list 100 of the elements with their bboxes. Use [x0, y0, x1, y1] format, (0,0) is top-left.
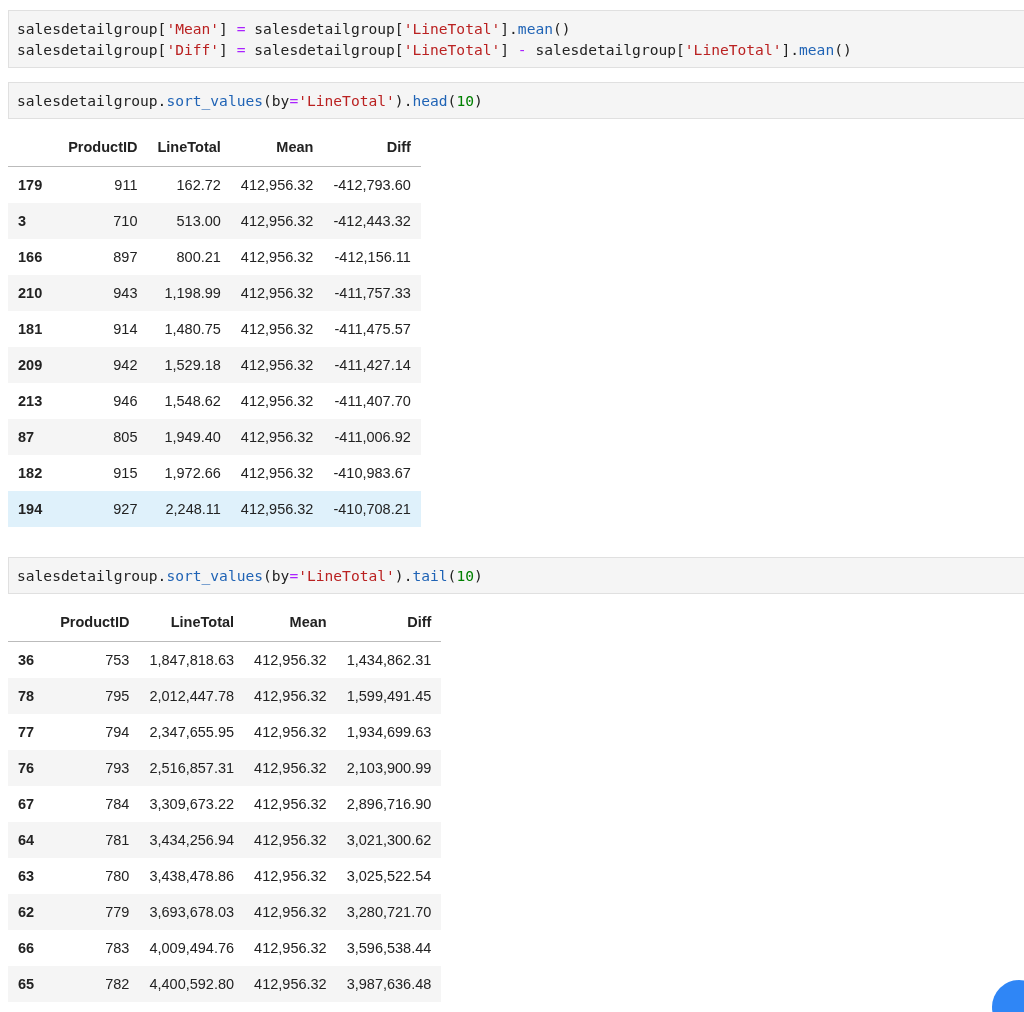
row-index: 77	[17, 724, 36, 740]
row-index: 67	[17, 796, 36, 812]
row-index: 194	[17, 501, 44, 517]
table-cell-text: 3,438,478.86	[148, 868, 236, 884]
table-cell-text: 1,847,818.63	[148, 652, 236, 668]
table-cell-text: 943	[112, 285, 139, 301]
row-index: 64	[17, 832, 36, 848]
table-cell-text: 412,956.32	[239, 393, 315, 409]
code-cell[interactable]: salesdetailgroup['Mean'] = salesdetailgroup['LineTotal'].mean() salesdetailgroup['Diff'] = salesdetailgroup['LineTotal'] - salesdetailgroup['LineTotal'].mean()	[8, 10, 1024, 68]
table-cell-text: 412,956.32	[253, 940, 328, 956]
table-cell-text: 412,956.32	[239, 357, 315, 373]
table-cell-text: 800.21	[175, 249, 222, 265]
row-index: 181	[17, 321, 44, 337]
table-cell-text: 793	[104, 760, 131, 776]
table-cell-text: 412,956.32	[239, 321, 315, 337]
table-cell-text: 412,956.32	[239, 465, 315, 481]
table-cell-text: 412,956.32	[239, 249, 315, 265]
row-index: 166	[17, 249, 44, 265]
table-cell-text: -411,006.92	[333, 429, 412, 445]
table-cell-text: 1,529.18	[163, 357, 222, 373]
table-cell-text: 897	[112, 249, 139, 265]
row-index: 63	[17, 868, 36, 884]
table-cell-text: 3,434,256.94	[148, 832, 236, 848]
table-cell-text: 914	[112, 321, 139, 337]
table-cell-text: 2,012,447.78	[148, 688, 236, 704]
table-cell-text: 2,896,716.90	[345, 796, 433, 812]
table-cell-text: 794	[104, 724, 131, 740]
table-cell-text: 4,400,592.80	[148, 976, 236, 992]
table-cell-text: 3,596,538.44	[345, 940, 433, 956]
table-cell-text: 946	[112, 393, 139, 409]
row-index: 66	[17, 940, 36, 956]
code-line: salesdetailgroup['Mean'] = salesdetailgroup['LineTotal'].mean()	[17, 19, 572, 39]
table-cell-text: 412,956.32	[253, 652, 328, 668]
row-index: 209	[17, 357, 44, 373]
table-cell-text: -411,427.14	[333, 357, 412, 373]
table-cell-text: 412,956.32	[239, 177, 315, 193]
table-cell-text: -411,407.70	[333, 393, 412, 409]
table-cell-text: 412,956.32	[239, 501, 315, 517]
column-header: ProductID	[67, 139, 139, 155]
table-cell-text: 412,956.32	[239, 213, 315, 229]
table-cell-text: 412,956.32	[253, 832, 328, 848]
table-cell-text: -410,708.21	[332, 501, 412, 517]
table-cell-text: 412,956.32	[239, 285, 315, 301]
row-index: 76	[17, 760, 36, 776]
table-cell-text: 412,956.32	[253, 868, 328, 884]
row-index: 179	[17, 177, 44, 193]
table-cell-text: 2,516,857.31	[148, 760, 236, 776]
table-cell-text: 753	[104, 652, 131, 668]
table-cell-text: 911	[113, 177, 139, 193]
table-cell-text: 1,198.99	[163, 285, 222, 301]
table-cell-text: 781	[104, 832, 131, 848]
code-cell[interactable]: salesdetailgroup.sort_values(by='LineTotal').tail(10)	[8, 557, 1024, 594]
table-cell-text: 412,956.32	[239, 429, 315, 445]
table-cell-text: -412,793.60	[332, 177, 412, 193]
code-cell[interactable]: salesdetailgroup.sort_values(by='LineTotal').head(10)	[8, 82, 1024, 119]
table-cell-text: 513.00	[175, 213, 222, 229]
row-index: 36	[17, 652, 36, 668]
row-index: 3	[17, 213, 28, 229]
table-cell-text: 3,693,678.03	[148, 904, 236, 920]
column-header: LineTotal	[169, 614, 236, 630]
table-cell-text: 412,956.32	[253, 976, 328, 992]
table-cell-text: 2,248.11	[164, 501, 222, 517]
table-cell-text: -412,443.32	[332, 213, 412, 229]
table-cell-text: 1,434,862.31	[345, 652, 433, 668]
code-line: salesdetailgroup.sort_values(by='LineTotal').tail(10)	[17, 566, 484, 586]
table-cell-text: 942	[112, 357, 139, 373]
table-cell-text: 3,280,721.70	[345, 904, 433, 920]
table-cell-text: 412,956.32	[253, 760, 328, 776]
table-cell-text: 3,309,673.22	[148, 796, 236, 812]
table-cell-text: 3,025,522.54	[345, 868, 433, 884]
column-header: Mean	[275, 139, 315, 155]
table-cell-text: 412,956.32	[253, 904, 328, 920]
row-index: 213	[17, 393, 44, 409]
table-cell-text: 805	[112, 429, 139, 445]
table-cell-text: 412,956.32	[253, 688, 328, 704]
table-cell-text: 3,021,300.62	[345, 832, 433, 848]
code-line: salesdetailgroup.sort_values(by='LineTotal').head(10)	[17, 91, 484, 111]
table-cell-text: 412,956.32	[253, 724, 328, 740]
table-cell-text: 3,987,636.48	[345, 976, 433, 992]
table-cell-text: 1,548.62	[163, 393, 222, 409]
table-cell-text: 784	[104, 796, 131, 812]
row-index: 65	[17, 976, 36, 992]
table-cell-text: -411,757.33	[333, 285, 412, 301]
column-header: Diff	[385, 139, 412, 155]
row-index: 78	[17, 688, 36, 704]
table-cell-text: 780	[104, 868, 131, 884]
column-header: Diff	[406, 614, 433, 630]
row-index: 87	[17, 429, 36, 445]
table-cell-text: -410,983.67	[332, 465, 412, 481]
table-cell-text: 1,949.40	[163, 429, 222, 445]
row-index: 62	[17, 904, 36, 920]
table-cell-text: 779	[104, 904, 131, 920]
table-cell-text: 1,480.75	[163, 321, 222, 337]
table-cell-text: 795	[104, 688, 131, 704]
table-cell-text: 162.72	[175, 177, 222, 193]
table-cell-text: 412,956.32	[253, 796, 328, 812]
table-cell-text: 2,347,655.95	[148, 724, 236, 740]
code-line: salesdetailgroup['Diff'] = salesdetailgroup['LineTotal'] - salesdetailgroup['LineTotal'].mean()	[17, 40, 853, 60]
table-cell-text: -412,156.11	[333, 249, 412, 265]
column-header: LineTotal	[156, 139, 222, 155]
